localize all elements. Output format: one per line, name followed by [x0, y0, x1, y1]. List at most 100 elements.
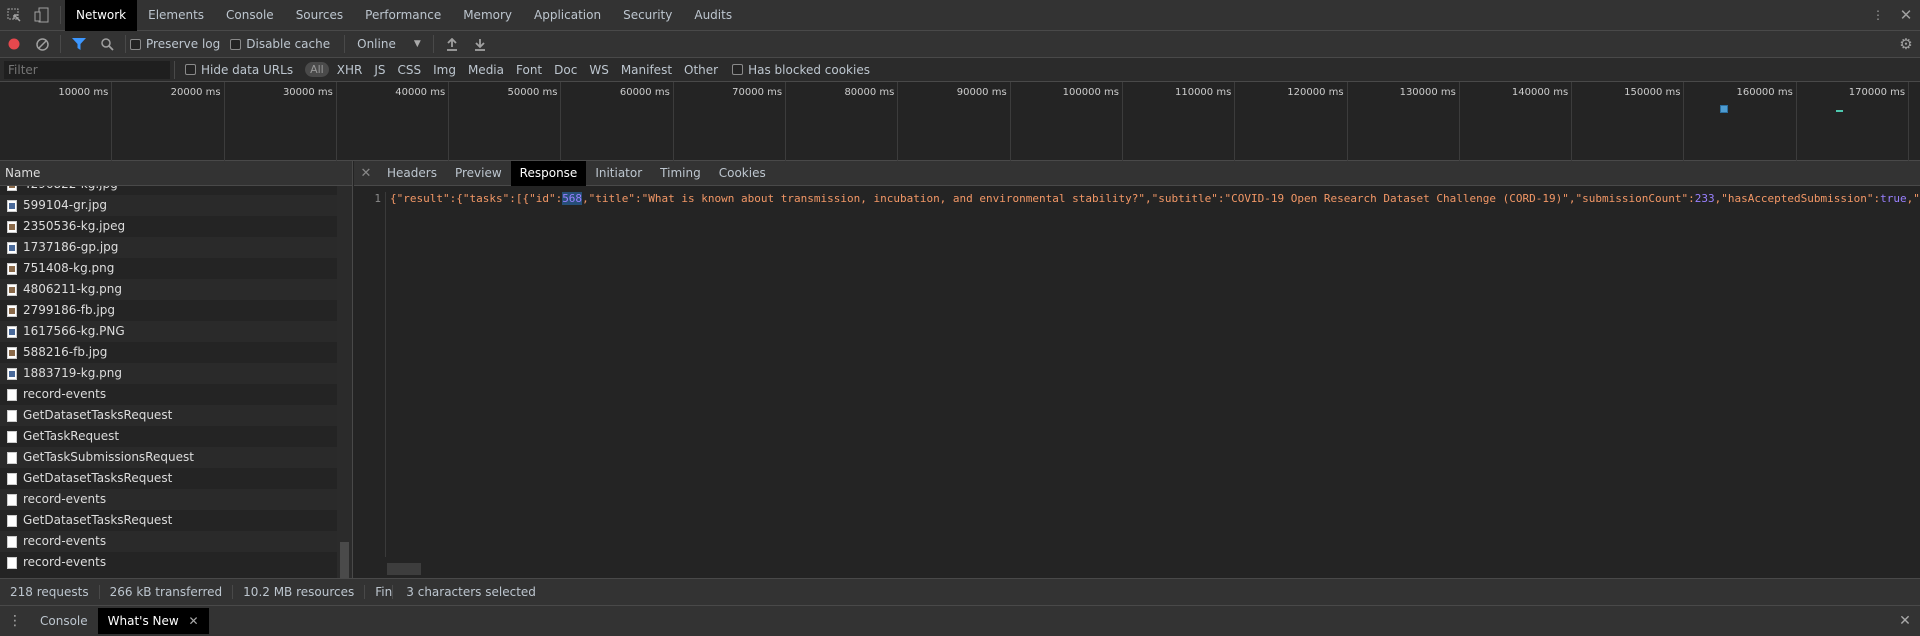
request-list-scrollbar[interactable] [337, 186, 352, 578]
request-row[interactable]: GetDatasetTasksRequest [0, 510, 337, 531]
disable-cache-checkbox[interactable]: Disable cache [230, 37, 330, 51]
type-filter-js[interactable]: JS [370, 63, 389, 77]
request-row[interactable]: 599104-gr.jpg [0, 195, 337, 216]
checkbox-box[interactable] [732, 64, 744, 75]
type-filter-all[interactable]: All [305, 62, 329, 77]
request-row[interactable]: GetDatasetTasksRequest [0, 405, 337, 426]
filter-bar: Hide data URLs All XHR JS CSS Img Media … [0, 58, 1920, 82]
image-file-icon [7, 283, 17, 296]
tab-elements[interactable]: Elements [137, 0, 215, 31]
tab-cookies[interactable]: Cookies [710, 161, 775, 186]
import-har-icon[interactable] [438, 30, 466, 58]
timeline-tick-label: 40000 ms [395, 87, 446, 98]
filter-input[interactable] [4, 60, 170, 79]
network-status-bar: 218 requests 266 kB transferred 10.2 MB … [0, 578, 1920, 605]
request-row[interactable]: record-events [0, 489, 337, 510]
request-row[interactable]: 2799186-fb.jpg [0, 300, 337, 321]
timeline-tick-label: 30000 ms [282, 87, 333, 98]
type-filter-img[interactable]: Img [429, 63, 460, 77]
request-row[interactable]: record-events [0, 552, 337, 573]
search-icon[interactable] [93, 30, 121, 58]
response-viewer[interactable]: 1 {"result":{"tasks":[{"id":568,"title":… [354, 192, 1920, 557]
more-options-icon[interactable]: ⋮ [1864, 1, 1892, 29]
request-name: 2799186-fb.jpg [23, 303, 115, 317]
record-icon[interactable] [0, 30, 28, 58]
selected-id-value[interactable]: 568 [562, 192, 583, 205]
throttling-select[interactable]: Online ▼ [349, 37, 429, 51]
timeline-tick-label: 10000 ms [58, 87, 109, 98]
column-header-name[interactable]: Name [0, 161, 352, 186]
inspect-element-icon[interactable] [0, 1, 28, 29]
preserve-log-checkbox[interactable]: Preserve log [130, 37, 220, 51]
request-row[interactable]: 1617566-kg.PNG [0, 321, 337, 342]
timeline-tick-label: 140000 ms [1511, 87, 1569, 98]
image-file-icon [7, 367, 17, 380]
tab-headers[interactable]: Headers [378, 161, 446, 186]
request-name: 751408-kg.png [23, 261, 115, 275]
type-filter-font[interactable]: Font [512, 63, 546, 77]
request-row[interactable]: 1737186-gp.jpg [0, 237, 337, 258]
timeline-tick: 110000 ms [1123, 82, 1236, 161]
clear-icon[interactable] [28, 30, 56, 58]
drawer-menu-icon[interactable]: ⋮ [0, 613, 30, 629]
request-row[interactable]: 751408-kg.png [0, 258, 337, 279]
request-row[interactable]: 1883719-kg.png [0, 363, 337, 384]
type-filter-doc[interactable]: Doc [550, 63, 581, 77]
drawer-tab-whats-new[interactable]: What's New ✕ [97, 608, 209, 634]
type-filter-other[interactable]: Other [680, 63, 722, 77]
json-bool-value: true [1880, 192, 1907, 205]
hide-data-urls-label: Hide data URLs [201, 62, 294, 77]
tab-application[interactable]: Application [523, 0, 612, 31]
type-filter-manifest[interactable]: Manifest [617, 63, 676, 77]
image-file-icon [7, 325, 17, 338]
tab-console[interactable]: Console [215, 0, 285, 31]
scrollbar-thumb[interactable] [340, 542, 349, 578]
request-row[interactable]: 4806211-kg.png [0, 279, 337, 300]
type-filter-css[interactable]: CSS [393, 63, 425, 77]
request-row[interactable]: 588216-fb.jpg [0, 342, 337, 363]
request-row[interactable]: GetTaskSubmissionsRequest [0, 447, 337, 468]
request-row[interactable]: record-events [0, 531, 337, 552]
checkbox-box[interactable] [230, 38, 242, 50]
device-toolbar-icon[interactable] [28, 1, 56, 29]
tab-network[interactable]: Network [65, 0, 138, 31]
type-filter-media[interactable]: Media [464, 63, 508, 77]
timeline-overview[interactable]: 10000 ms 20000 ms 30000 ms 40000 ms 50000 ms… [0, 82, 1920, 161]
request-name: record-events [23, 492, 107, 506]
filter-icon[interactable] [65, 30, 93, 58]
request-row[interactable]: GetTaskRequest [0, 426, 337, 447]
tab-memory[interactable]: Memory [452, 0, 523, 31]
tab-initiator[interactable]: Initiator [586, 161, 651, 186]
type-filter-ws[interactable]: WS [585, 63, 612, 77]
close-drawer-icon[interactable]: ✕ [1890, 613, 1920, 629]
request-row[interactable]: 4296822-kg.jpg [0, 186, 337, 195]
timeline-tick-label: 100000 ms [1062, 87, 1119, 98]
drawer-tab-label: What's New [107, 614, 179, 628]
checkbox-box[interactable] [185, 64, 196, 75]
response-line[interactable]: {"result":{"tasks":[{"id":568,"title":"W… [390, 192, 1920, 206]
request-row[interactable]: GetDatasetTasksRequest [0, 468, 337, 489]
tab-performance[interactable]: Performance [354, 0, 452, 31]
tab-security[interactable]: Security [612, 0, 683, 31]
tab-audits[interactable]: Audits [683, 0, 743, 31]
close-devtools-icon[interactable]: ✕ [1892, 1, 1920, 29]
request-row[interactable]: record-events [0, 384, 337, 405]
close-tab-icon[interactable]: ✕ [189, 614, 199, 628]
has-blocked-cookies-checkbox[interactable]: Has blocked cookies [732, 63, 870, 77]
tab-preview[interactable]: Preview [446, 161, 511, 186]
tab-sources[interactable]: Sources [285, 0, 354, 31]
timeline-tick-label: 130000 ms [1399, 87, 1456, 98]
tab-timing[interactable]: Timing [651, 161, 710, 186]
horizontal-scrollbar-thumb[interactable] [387, 563, 421, 575]
line-number-gutter: 1 [354, 192, 386, 557]
tab-response[interactable]: Response [510, 160, 587, 186]
drawer-tab-console[interactable]: Console [30, 608, 98, 634]
request-row[interactable]: 2350536-kg.jpeg [0, 216, 337, 237]
checkbox-box[interactable] [130, 38, 141, 50]
close-detail-icon[interactable]: ✕ [354, 166, 378, 181]
hide-data-urls-checkbox[interactable]: Hide data URLs [185, 63, 293, 77]
export-har-icon[interactable] [466, 30, 494, 58]
timeline-tick-label: 50000 ms [507, 87, 558, 98]
settings-gear-icon[interactable]: ⚙ [1892, 30, 1920, 58]
type-filter-xhr[interactable]: XHR [333, 63, 367, 77]
